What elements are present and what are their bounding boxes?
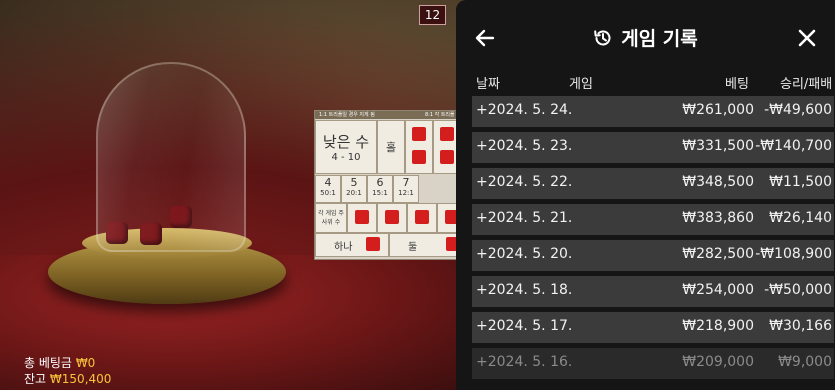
total-bet-label: 총 베팅금 <box>24 356 72 370</box>
die-face-icon <box>355 210 369 224</box>
balance-value: ₩150,400 <box>49 372 112 386</box>
bet-any-combo[interactable]: 각 게임 주사위 수 <box>315 203 347 233</box>
row-date: +2024. 5. 20. <box>476 246 573 262</box>
row-bet: ₩331,500 <box>682 138 754 154</box>
history-row[interactable]: +2024. 5. 24. ₩261,000 -₩49,600 <box>472 96 834 127</box>
bet-summary: 총 베팅금 ₩0 잔고 ₩150,400 <box>24 355 111 387</box>
game-history-panel: 게임 기록 날짜 게임 베팅 승리/패배 +2024. 5. 24. ₩261,… <box>456 0 835 390</box>
payout-label: 20:1 <box>346 189 362 197</box>
row-result: -₩50,000 <box>764 282 832 298</box>
total-bet-value: ₩0 <box>75 356 96 370</box>
payout-label: 50:1 <box>320 189 336 197</box>
row-result: ₩30,166 <box>769 318 832 334</box>
board-header-right: 8:1 각 트리플 <box>425 112 455 118</box>
row-bet: ₩209,000 <box>682 354 754 370</box>
row-result: -₩140,700 <box>755 138 832 154</box>
column-header-bet: 베팅 <box>725 77 749 92</box>
die-face-icon <box>415 210 429 224</box>
dice-shaker-dome <box>96 62 246 252</box>
row-date: +2024. 5. 24. <box>476 102 573 118</box>
panel-title: 게임 기록 <box>456 24 835 51</box>
board-header-left: 1:1 트리플일 경우 지게 됨 <box>319 112 375 118</box>
column-header-game: 게임 <box>569 77 593 92</box>
round-badge: 12 <box>419 5 446 25</box>
total-label: 7 <box>402 176 410 189</box>
single-two-label: 둘 <box>408 242 418 253</box>
row-result: ₩26,140 <box>769 210 832 226</box>
board-header: 1:1 트리플일 경우 지게 됨 8:1 각 트리플 <box>315 111 471 119</box>
column-header-result: 승리/패배 <box>780 77 833 92</box>
bet-combo[interactable] <box>407 203 437 233</box>
payout-label: 12:1 <box>398 189 414 197</box>
any-combo-label: 각 게임 주사위 수 <box>318 210 344 226</box>
bet-small-label: 낮은 수 <box>322 133 370 151</box>
history-row[interactable]: +2024. 5. 18. ₩254,000 -₩50,000 <box>472 276 834 307</box>
balance: 잔고 ₩150,400 <box>24 371 111 387</box>
row-date: +2024. 5. 23. <box>476 138 573 154</box>
history-row[interactable]: +2024. 5. 16. ₩209,000 ₩9,000 <box>472 348 834 379</box>
die-face-icon <box>412 127 426 141</box>
total-label: 6 <box>376 176 384 189</box>
bet-triple[interactable] <box>405 120 433 174</box>
bet-single-one[interactable]: 하나 <box>315 233 389 257</box>
column-header-date: 날짜 <box>476 77 500 92</box>
row-date: +2024. 5. 18. <box>476 282 573 298</box>
panel-header: 게임 기록 <box>456 0 835 70</box>
bet-total-5[interactable]: 5 20:1 <box>341 175 367 203</box>
row-result: ₩9,000 <box>778 354 832 370</box>
history-row[interactable]: +2024. 5. 22. ₩348,500 ₩11,500 <box>472 168 834 199</box>
history-list: +2024. 5. 24. ₩261,000 -₩49,600 +2024. 5… <box>472 96 834 384</box>
history-row[interactable]: +2024. 5. 17. ₩218,900 ₩30,166 <box>472 312 834 343</box>
bet-small-range: 4 - 10 <box>331 152 361 163</box>
row-bet: ₩383,860 <box>682 210 754 226</box>
die-face-icon <box>440 150 454 164</box>
bet-odd-label: 홀 <box>385 141 397 154</box>
total-label: 5 <box>350 176 358 189</box>
single-one-label: 하나 <box>334 242 353 253</box>
row-bet: ₩218,900 <box>682 318 754 334</box>
row-date: +2024. 5. 17. <box>476 318 573 334</box>
bet-small[interactable]: 낮은 수 4 - 10 <box>315 120 377 174</box>
die-face-icon <box>366 237 380 251</box>
close-button[interactable] <box>796 27 818 49</box>
bet-combo[interactable] <box>347 203 377 233</box>
row-bet: ₩348,500 <box>682 174 754 190</box>
row-date: +2024. 5. 21. <box>476 210 573 226</box>
total-label: 4 <box>324 176 332 189</box>
payout-label: 15:1 <box>372 189 388 197</box>
row-bet: ₩254,000 <box>682 282 754 298</box>
die-face-icon <box>385 210 399 224</box>
history-row[interactable]: +2024. 5. 21. ₩383,860 ₩26,140 <box>472 204 834 235</box>
row-bet: ₩261,000 <box>682 102 754 118</box>
bet-total-6[interactable]: 6 15:1 <box>367 175 393 203</box>
row-result: -₩49,600 <box>764 102 832 118</box>
betting-board[interactable]: 1:1 트리플일 경우 지게 됨 8:1 각 트리플 낮은 수 4 - 10 홀… <box>314 110 472 260</box>
bet-total-4[interactable]: 4 50:1 <box>315 175 341 203</box>
balance-label: 잔고 <box>24 372 47 386</box>
history-row[interactable]: +2024. 5. 23. ₩331,500 -₩140,700 <box>472 132 834 163</box>
bet-odd[interactable]: 홀 <box>377 120 405 174</box>
total-bet: 총 베팅금 ₩0 <box>24 355 111 371</box>
die-face-icon <box>412 150 426 164</box>
history-icon <box>594 30 611 46</box>
close-icon <box>798 29 816 47</box>
die-face-icon <box>440 127 454 141</box>
history-row[interactable]: +2024. 5. 20. ₩282,500 -₩108,900 <box>472 240 834 271</box>
row-result: -₩108,900 <box>755 246 832 262</box>
bet-combo[interactable] <box>377 203 407 233</box>
row-date: +2024. 5. 16. <box>476 354 573 370</box>
bet-total-7[interactable]: 7 12:1 <box>393 175 419 203</box>
row-result: ₩11,500 <box>769 174 832 190</box>
panel-title-text: 게임 기록 <box>621 28 698 50</box>
row-date: +2024. 5. 22. <box>476 174 573 190</box>
row-bet: ₩282,500 <box>682 246 754 262</box>
